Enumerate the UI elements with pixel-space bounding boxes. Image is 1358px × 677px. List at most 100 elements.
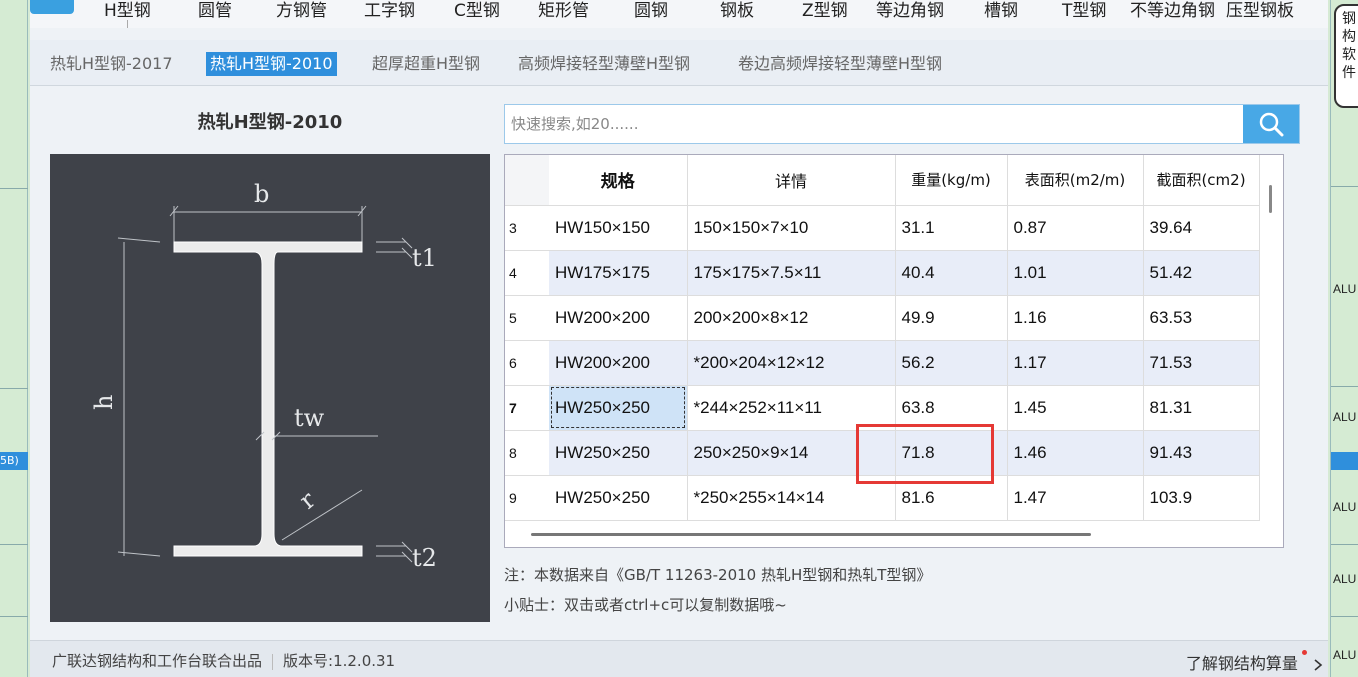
- table-row[interactable]: 7 HW250×250 *244×252×11×11 63.8 1.45 81.…: [505, 385, 1260, 431]
- cell-spec[interactable]: HW250×250: [549, 430, 688, 476]
- table-row[interactable]: 4 HW175×175 175×175×7.5×11 40.4 1.01 51.…: [505, 250, 1260, 296]
- cell-surface-area[interactable]: 1.01: [1007, 250, 1144, 296]
- cell-surface-area[interactable]: 0.87: [1007, 205, 1144, 251]
- tab-hot-rolled-2010[interactable]: 热轧H型钢-2010: [206, 52, 337, 76]
- label-t1: t1: [412, 244, 437, 272]
- figure-title: 热轧H型钢-2010: [197, 112, 343, 133]
- cell-weight[interactable]: 31.1: [895, 205, 1008, 251]
- cell-spec[interactable]: HW200×200: [549, 340, 688, 386]
- tab-hot-rolled-2017[interactable]: 热轧H型钢-2017: [46, 52, 177, 76]
- column-header-detail[interactable]: 详情: [687, 155, 896, 206]
- cell-detail[interactable]: 250×250×9×14: [687, 430, 896, 476]
- grid-line: [1331, 616, 1358, 617]
- data-table-container[interactable]: 规格 详情 重量(kg/m) 表面积(m2/m) 截面积(cm2) 3 HW15…: [504, 154, 1284, 548]
- column-header-surface-area[interactable]: 表面积(m2/m): [1007, 155, 1144, 206]
- cell-detail[interactable]: 175×175×7.5×11: [687, 250, 896, 296]
- cell-section-area[interactable]: 39.64: [1143, 205, 1260, 251]
- table-row[interactable]: 5 HW200×200 200×200×8×12 49.9 1.16 63.53: [505, 295, 1260, 341]
- cell-detail[interactable]: *200×204×12×12: [687, 340, 896, 386]
- tab-extra-heavy[interactable]: 超厚超重H型钢: [368, 52, 484, 76]
- cell-section-area[interactable]: 81.31: [1143, 385, 1260, 431]
- cell-weight[interactable]: 81.6: [895, 475, 1008, 521]
- nav-rect-pipe[interactable]: 矩形管: [538, 0, 589, 21]
- cell-detail[interactable]: *244×252×11×11: [687, 385, 896, 431]
- learn-more-link[interactable]: 了解钢结构算量: [1186, 650, 1324, 674]
- cell-section-area[interactable]: 91.43: [1143, 430, 1260, 476]
- search-button[interactable]: [1243, 105, 1299, 143]
- table-row[interactable]: 9 HW250×250 *250×255×14×14 81.6 1.47 103…: [505, 475, 1260, 521]
- nav-z-channel[interactable]: Z型钢: [802, 0, 848, 21]
- nav-h-beam[interactable]: H型钢: [104, 0, 151, 21]
- cell-surface-area[interactable]: 1.17: [1007, 340, 1144, 386]
- cell-surface-area[interactable]: 1.16: [1007, 295, 1144, 341]
- grid-line: [1331, 186, 1358, 187]
- cell-spec-selected[interactable]: HW250×250: [549, 385, 688, 431]
- cell-surface-area[interactable]: 1.46: [1007, 430, 1144, 476]
- nav-unequal-angle[interactable]: 不等边角钢: [1130, 0, 1215, 21]
- nav-round-bar[interactable]: 圆钢: [634, 0, 668, 21]
- table-row[interactable]: 6 HW200×200 *200×204×12×12 56.2 1.17 71.…: [505, 340, 1260, 386]
- nav-round-pipe[interactable]: 圆管: [198, 0, 232, 21]
- cell-weight[interactable]: 49.9: [895, 295, 1008, 341]
- row-index: 9: [505, 475, 549, 521]
- label-t2: t2: [412, 544, 437, 572]
- table-row[interactable]: 8 HW250×250 250×250×9×14 71.8 1.46 91.43: [505, 430, 1260, 476]
- publisher-text: 广联达钢结构和工作台联合出品: [52, 652, 263, 670]
- cell-detail[interactable]: 200×200×8×12: [687, 295, 896, 341]
- nav-steel-plate[interactable]: 钢板: [720, 0, 754, 21]
- vertical-scrollbar[interactable]: [1269, 185, 1272, 213]
- nav-profiled-sheet[interactable]: 压型钢板: [1226, 0, 1294, 21]
- background-cell: ALU: [1333, 572, 1357, 586]
- callout-bubble: 钢构软件: [1334, 4, 1358, 108]
- cell-section-area[interactable]: 51.42: [1143, 250, 1260, 296]
- label-tw: tw: [294, 404, 325, 432]
- main-content: 热轧H型钢-2010 b t1 t2 tw r h 快速搜索,如20......…: [30, 86, 1328, 638]
- cell-spec[interactable]: HW150×150: [549, 205, 688, 251]
- cell-surface-area[interactable]: 1.47: [1007, 475, 1144, 521]
- app-logo: [30, 0, 74, 14]
- cell-spec[interactable]: HW200×200: [549, 295, 688, 341]
- nav-i-beam[interactable]: 工字钢: [364, 0, 415, 21]
- search-icon: [1259, 112, 1284, 137]
- cell-section-area[interactable]: 71.53: [1143, 340, 1260, 386]
- cell-section-area[interactable]: 63.53: [1143, 295, 1260, 341]
- nav-equal-angle[interactable]: 等边角钢: [876, 0, 944, 21]
- background-cell: ALU: [1333, 282, 1357, 296]
- nav-c-channel[interactable]: C型钢: [454, 0, 500, 21]
- column-header-weight[interactable]: 重量(kg/m): [895, 155, 1008, 206]
- nav-t-beam[interactable]: T型钢: [1062, 0, 1106, 21]
- sub-standard-tabs: 热轧H型钢-2017 热轧H型钢-2010 超厚超重H型钢 高频焊接轻型薄壁H型…: [30, 40, 1328, 86]
- h-beam-diagram: b t1 t2 tw r h: [50, 154, 490, 622]
- cell-weight[interactable]: 71.8: [895, 430, 1008, 476]
- table-row[interactable]: 3 HW150×150 150×150×7×10 31.1 0.87 39.64: [505, 205, 1260, 251]
- grid-line: [0, 188, 28, 189]
- grid-line: [1331, 386, 1358, 387]
- nav-channel[interactable]: 槽钢: [984, 0, 1018, 21]
- nav-indicator: [127, 20, 128, 28]
- cell-surface-area[interactable]: 1.45: [1007, 385, 1144, 431]
- tab-curled-hf-welded-thin[interactable]: 卷边高频焊接轻型薄壁H型钢: [734, 52, 946, 76]
- cell-weight[interactable]: 56.2: [895, 340, 1008, 386]
- footer-bar: 广联达钢结构和工作台联合出品 版本号:1.2.0.31 了解钢结构算量: [30, 640, 1328, 677]
- cell-section-area[interactable]: 103.9: [1143, 475, 1260, 521]
- cell-spec[interactable]: HW175×175: [549, 250, 688, 296]
- row-index: 5: [505, 295, 549, 341]
- row-index: 8: [505, 430, 549, 476]
- copy-tip: 小贴士：双击或者ctrl+c可以复制数据哦~: [504, 596, 787, 614]
- column-header-spec[interactable]: 规格: [549, 155, 688, 206]
- search-input[interactable]: [505, 105, 1243, 143]
- cell-spec[interactable]: HW250×250: [549, 475, 688, 521]
- cell-detail[interactable]: 150×150×7×10: [687, 205, 896, 251]
- nav-square-pipe[interactable]: 方钢管: [276, 0, 327, 21]
- column-header-section-area[interactable]: 截面积(cm2): [1143, 155, 1260, 206]
- cell-weight[interactable]: 63.8: [895, 385, 1008, 431]
- cell-detail[interactable]: *250×255×14×14: [687, 475, 896, 521]
- horizontal-scrollbar[interactable]: [531, 533, 1091, 536]
- chevron-right-icon: [1314, 658, 1323, 671]
- tab-hf-welded-thin[interactable]: 高频焊接轻型薄壁H型钢: [514, 52, 694, 76]
- cell-weight[interactable]: 40.4: [895, 250, 1008, 296]
- background-cell: 5B): [0, 452, 28, 470]
- background-cell: ALU: [1333, 410, 1357, 424]
- grid-line: [0, 544, 28, 545]
- background-cell: ALU: [1333, 648, 1357, 662]
